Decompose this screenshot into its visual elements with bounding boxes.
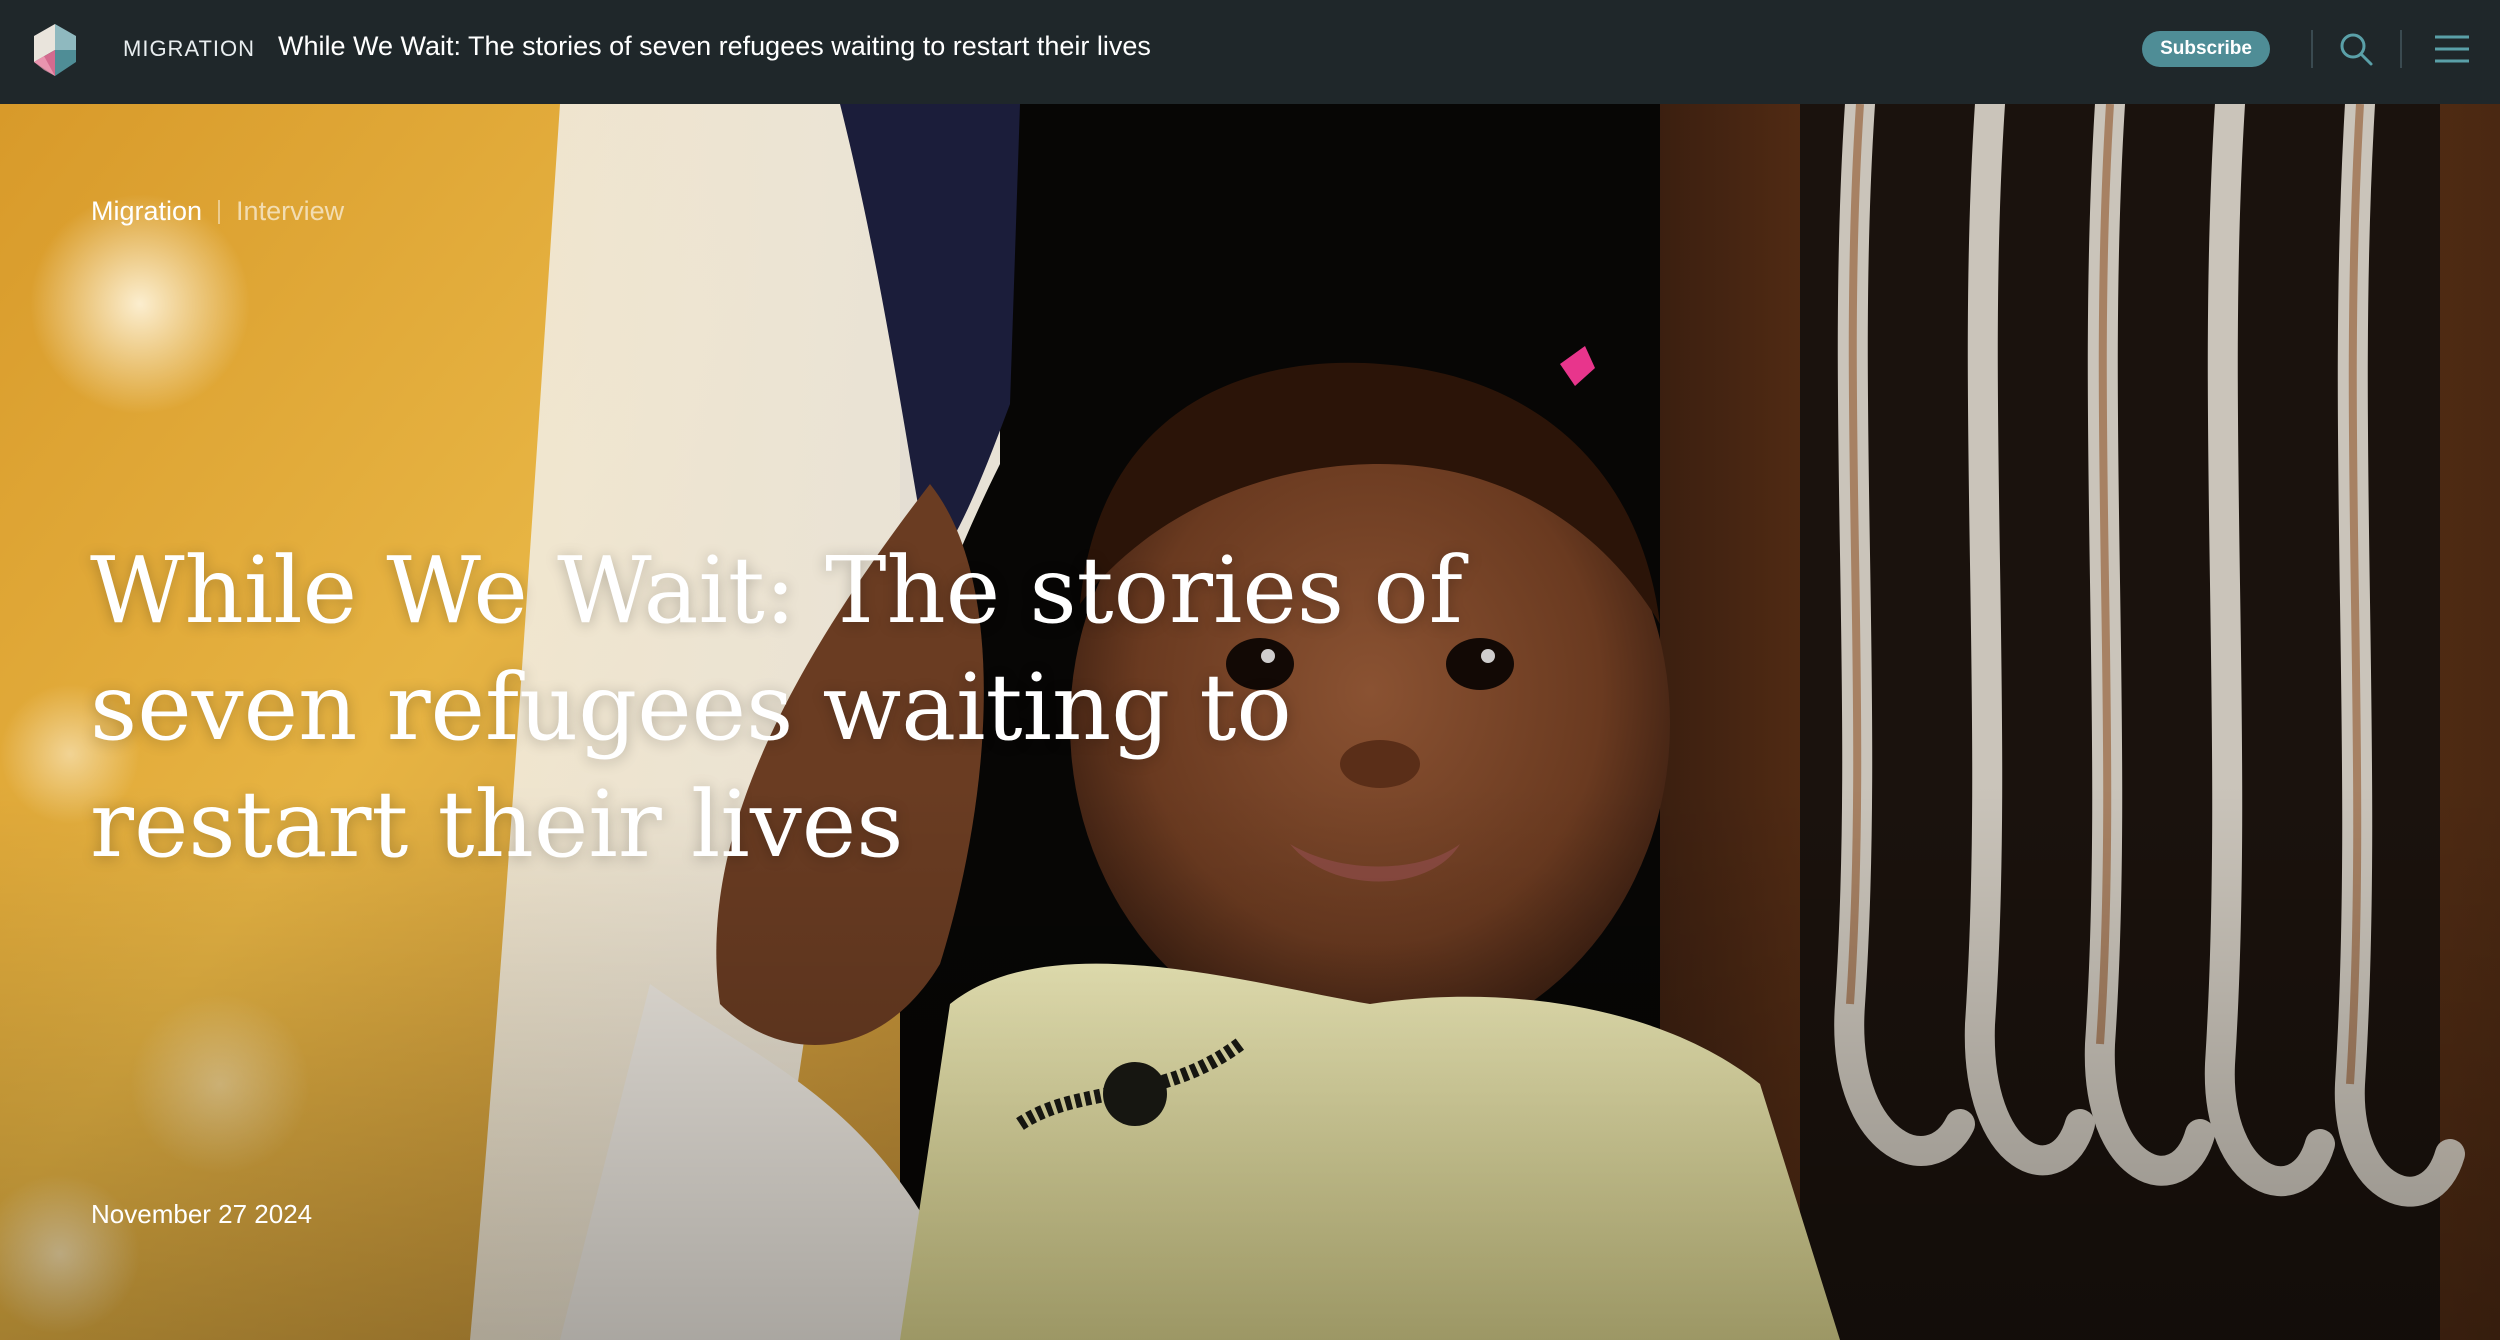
category-link[interactable]: Migration: [91, 196, 202, 227]
divider: [2400, 30, 2402, 68]
article-headline: While We Wait: The stories of seven refu…: [90, 537, 1463, 878]
section-label[interactable]: MIGRATION: [123, 36, 255, 62]
hero-section: Migration Interview While We Wait: The s…: [0, 104, 2500, 1340]
article-type-link[interactable]: Interview: [236, 196, 344, 227]
search-icon[interactable]: [2336, 28, 2376, 70]
breadcrumb-separator: [218, 199, 221, 224]
publish-date: November 27 2024: [91, 1199, 313, 1229]
subscribe-button[interactable]: Subscribe: [2142, 31, 2270, 67]
top-navigation-bar: MIGRATION While We Wait: The stories of …: [0, 0, 2500, 104]
header-article-title: While We Wait: The stories of seven refu…: [278, 31, 1151, 61]
hamburger-menu-icon[interactable]: [2432, 28, 2472, 70]
breadcrumb: Migration Interview: [91, 196, 344, 227]
logo-mark-icon[interactable]: [30, 22, 80, 78]
divider: [2311, 30, 2313, 68]
